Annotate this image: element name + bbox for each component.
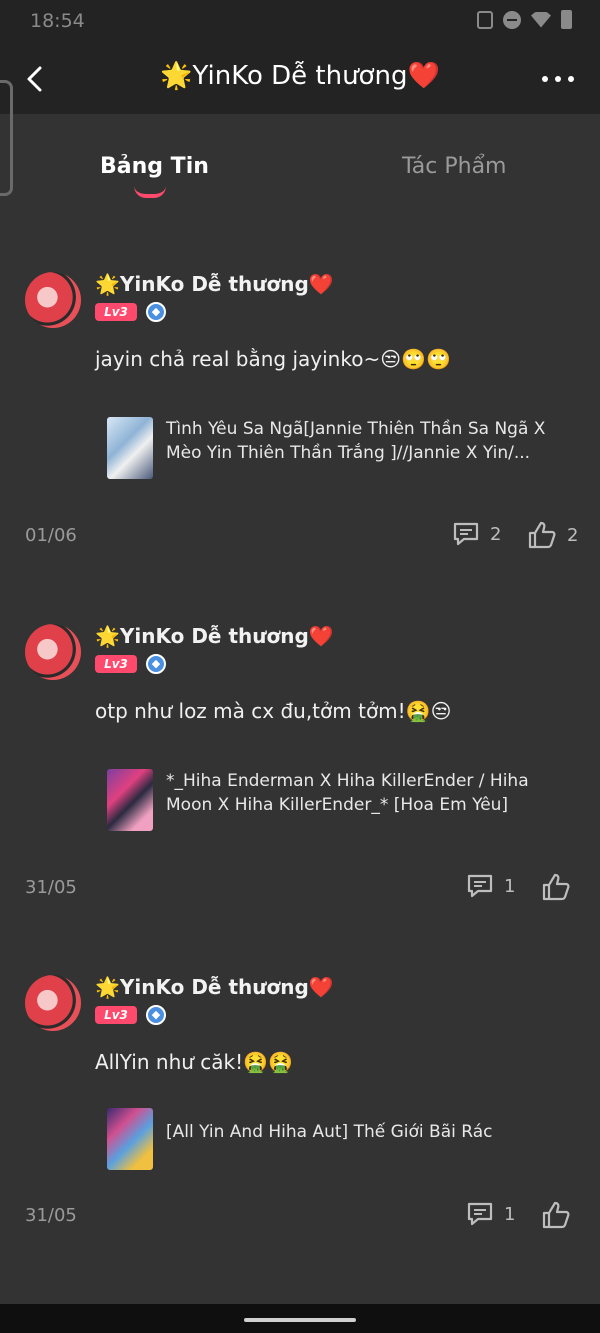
tab-tac-pham[interactable]: Tác Phẩm [402, 154, 507, 179]
comment-count: 1 [504, 1203, 516, 1225]
work-title: [All Yin And Hiha Aut] Thế Giới Bãi Rác [166, 1122, 493, 1142]
do-not-disturb-icon [503, 10, 521, 29]
like-button[interactable] [541, 1200, 571, 1230]
verified-badge-icon: ◆ [146, 654, 166, 674]
work-title: *_Hiha Enderman X Hiha KillerEnder / Hih… [166, 771, 529, 815]
thumbs-up-icon [542, 873, 570, 901]
post-text: jayin chả real bằng jayinko~😒🙄🙄 [95, 347, 451, 371]
author-name[interactable]: 🌟YinKo Dễ thương❤️ [95, 272, 334, 296]
post-date: 01/06 [25, 525, 77, 546]
avatar[interactable] [25, 624, 81, 680]
tab-bang-tin[interactable]: Bảng Tin [100, 154, 209, 179]
page-title: 🌟YinKo Dễ thương❤️ [160, 61, 440, 91]
work-title: Tình Yêu Sa Ngã[Jannie Thiên Thần Sa Ngã… [166, 419, 546, 463]
work-cover [107, 417, 153, 479]
comment-count: 1 [504, 875, 516, 897]
battery-icon [561, 10, 572, 29]
back-arrow-icon[interactable] [22, 64, 50, 94]
comment-button[interactable]: 2 [452, 520, 501, 548]
like-button[interactable] [541, 872, 571, 902]
tab-active-indicator [134, 186, 166, 198]
level-badge: Lv3 [95, 1006, 137, 1024]
comment-button[interactable]: 1 [466, 872, 515, 900]
app-bar: 🌟YinKo Dễ thương❤️ [0, 44, 600, 196]
like-button[interactable]: 2 [527, 520, 578, 550]
verified-badge-icon: ◆ [146, 1005, 166, 1025]
post-text: AllYin như căk!🤮🤮 [95, 1050, 293, 1074]
feed-post: 🌟YinKo Dễ thương❤️ Lv3 ◆ AllYin như căk!… [0, 975, 600, 1275]
author-name[interactable]: 🌟YinKo Dễ thương❤️ [95, 975, 334, 999]
comment-icon [467, 1202, 493, 1226]
home-indicator[interactable] [244, 1318, 356, 1322]
comment-icon [453, 522, 479, 546]
post-text: otp như loz mà cx đu,tởm tởm!🤮😒 [95, 699, 452, 723]
more-options-icon[interactable] [542, 76, 574, 82]
level-badge: Lv3 [95, 303, 137, 321]
avatar[interactable] [25, 272, 81, 328]
tab-bar: Bảng Tin Tác Phẩm [0, 114, 600, 224]
post-date: 31/05 [25, 877, 77, 898]
work-cover [107, 769, 153, 831]
level-badge: Lv3 [95, 655, 137, 673]
vibrate-icon [477, 10, 493, 29]
comment-button[interactable]: 1 [466, 1200, 515, 1228]
feed-post: 🌟YinKo Dễ thương❤️ Lv3 ◆ jayin chả real … [0, 272, 600, 572]
post-date: 31/05 [25, 1205, 77, 1226]
thumbs-up-icon [528, 521, 556, 549]
verified-badge-icon: ◆ [146, 302, 166, 322]
status-bar: 18:54 [0, 0, 600, 44]
comment-icon [467, 874, 493, 898]
author-name[interactable]: 🌟YinKo Dễ thương❤️ [95, 624, 334, 648]
comment-count: 2 [490, 523, 502, 545]
like-count: 2 [567, 524, 579, 546]
work-cover [107, 1108, 153, 1170]
wifi-icon [531, 11, 551, 28]
status-time: 18:54 [30, 10, 85, 32]
status-icons [477, 10, 572, 29]
avatar[interactable] [25, 975, 81, 1031]
feed-post: 🌟YinKo Dễ thương❤️ Lv3 ◆ otp như loz mà … [0, 624, 600, 924]
thumbs-up-icon [542, 1201, 570, 1229]
